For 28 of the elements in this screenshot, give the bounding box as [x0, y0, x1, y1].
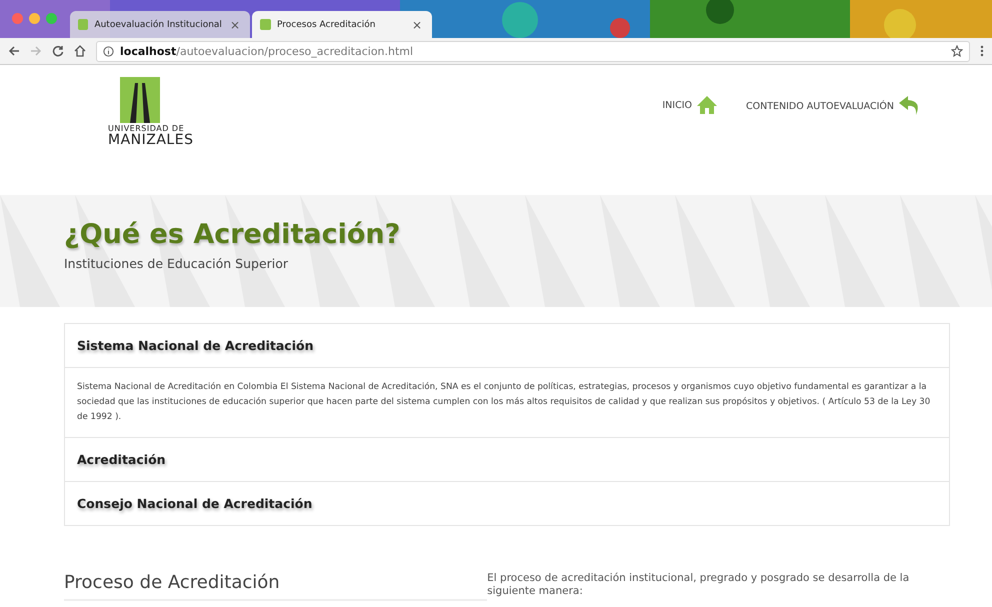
- logo-text: UNIVERSIDAD DE: [108, 125, 184, 134]
- intro-text: El proceso de acreditación institucional, pregrado y posgrado se desarrolla de la siguiente manera:: [487, 572, 910, 599]
- menu-icon[interactable]: [980, 45, 984, 57]
- close-tab-button[interactable]: ×: [228, 18, 242, 32]
- section-heading: Proceso de Acreditación: [64, 572, 488, 602]
- favicon-icon: [78, 19, 88, 30]
- accordion-header[interactable]: Sistema Nacional de Acreditación: [65, 324, 949, 367]
- reload-icon[interactable]: [52, 45, 64, 57]
- page-title: ¿Qué es Acreditación?: [64, 219, 402, 250]
- university-logo-icon: [118, 75, 162, 125]
- address-bar[interactable]: localhost/autoevaluacion/proceso_acreditacion.html: [96, 40, 970, 62]
- url-text: localhost/autoevaluacion/proceso_acreditacion.html: [120, 44, 414, 58]
- browser-tab[interactable]: Procesos Acreditación ×: [252, 11, 432, 38]
- page-subtitle: Instituciones de Educación Superior: [64, 256, 290, 271]
- home-icon: [696, 95, 718, 115]
- logo-text: MANIZALES: [108, 133, 194, 148]
- favicon-icon: [260, 19, 271, 30]
- close-tab-button[interactable]: ×: [410, 18, 424, 32]
- accordion-body-text: Sistema Nacional de Acreditación en Colombia El Sistema Nacional de Acreditación, SNA es el conjunto de políticas, estrategias, procesos y organismos cuyo objetivo fundamental es garantizar a la sociedad que las instituciones de educación superior que hacen parte del sistema cumplen con los más altos requisitos de calidad y que realizan sus propósitos y objetivos. ( Artículo 53 de la Ley 30 de 1992 ).: [65, 367, 949, 438]
- nav-link[interactable]: INICIO: [662, 95, 718, 115]
- home-icon[interactable]: [74, 45, 86, 57]
- back-icon[interactable]: [8, 45, 20, 57]
- star-icon[interactable]: [951, 45, 963, 57]
- accordion-header[interactable]: Consejo Nacional de Acreditación: [65, 481, 949, 526]
- accordion-header[interactable]: Acreditación: [65, 437, 949, 482]
- info-icon: [103, 46, 114, 56]
- nav-link[interactable]: CONTENIDO AUTOEVALUACIÓN: [746, 95, 922, 117]
- browser-tab[interactable]: Autoevaluación Institucional ×: [70, 11, 250, 38]
